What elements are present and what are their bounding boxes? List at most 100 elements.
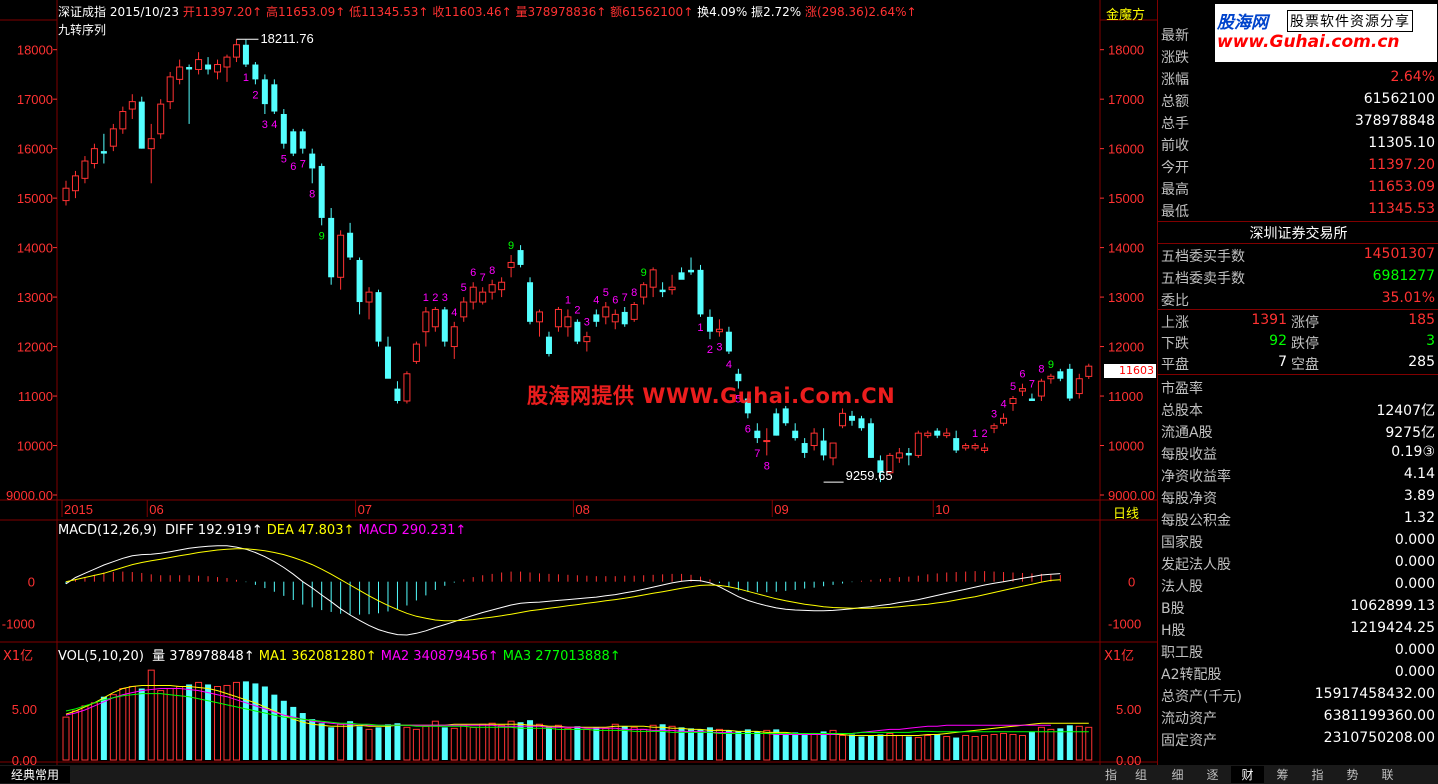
- volume-bar: [962, 734, 970, 761]
- quote-row-label: 总额: [1161, 94, 1189, 110]
- turnover-label: 换: [697, 5, 710, 19]
- tab-index[interactable]: 指: [1100, 766, 1122, 783]
- volume-bar: [924, 734, 932, 761]
- nine-turn-marker: 4: [593, 294, 599, 306]
- candle-body: [1037, 380, 1045, 397]
- y-tick-label-left: 15000: [17, 191, 53, 206]
- volume-bar: [205, 684, 212, 760]
- candle-body: [412, 343, 420, 362]
- candle-body: [554, 308, 562, 328]
- nine-turn-marker: 4: [451, 307, 457, 319]
- open-value: 11397.20↑: [194, 5, 263, 19]
- candle-body: [138, 101, 145, 149]
- candle-body: [223, 56, 231, 68]
- finance-row: 每股净资 3.89: [1158, 486, 1438, 507]
- nine-turn-marker: 4: [1000, 398, 1006, 410]
- candle-body: [62, 187, 70, 202]
- finance-row: 法人股 0.000: [1158, 574, 1438, 595]
- candle-body: [1000, 417, 1008, 424]
- candle-body: [176, 66, 184, 80]
- quote-date: 2015/10/23: [109, 5, 180, 19]
- volume-bar: [232, 681, 240, 761]
- finance-row-label: 固定资产: [1161, 733, 1217, 749]
- finance-row: B股 1062899.13: [1158, 596, 1438, 617]
- breadth-label: 平盘: [1161, 357, 1189, 373]
- nine-turn-marker: 7: [754, 448, 760, 460]
- tab-6[interactable]: 联: [1371, 766, 1404, 783]
- order-row: 五档委买手数 14501307: [1158, 244, 1438, 265]
- volume-bar: [375, 727, 382, 760]
- finance-row-label: 发起法人股: [1161, 557, 1231, 573]
- tab-5[interactable]: 势: [1336, 766, 1369, 783]
- candle-body: [858, 418, 865, 429]
- nine-turn-marker: 3: [262, 119, 268, 131]
- nine-turn-marker: 2: [707, 344, 713, 356]
- breadth-label: 上涨: [1161, 315, 1189, 331]
- volume-bar: [792, 732, 799, 760]
- indicator-name: 九转序列: [58, 23, 107, 37]
- nine-turn-marker: 6: [1019, 369, 1025, 381]
- volume-bar: [801, 734, 808, 760]
- y-tick-label-left: 18000: [17, 43, 53, 58]
- candle-body: [782, 408, 789, 424]
- volume-bar: [498, 724, 506, 761]
- tab-4[interactable]: 指: [1301, 766, 1334, 783]
- vol-tick-left: 5.00: [12, 702, 37, 717]
- high-value: 11653.09↑: [278, 5, 346, 19]
- finance-row-value: 12407亿: [1376, 403, 1435, 419]
- tab-1[interactable]: 逐: [1196, 766, 1229, 783]
- volume-bar: [271, 694, 278, 760]
- volume-bar: [1057, 728, 1064, 760]
- finance-row-label: 总股本: [1161, 403, 1203, 419]
- nine-turn-marker: 6: [745, 423, 751, 435]
- candle-body: [706, 316, 713, 332]
- macd-legend: MACD(12,26,9) DIFF 192.919↑ DEA 47.803↑ …: [58, 523, 466, 538]
- candle-body: [1047, 375, 1055, 380]
- candle-body: [403, 373, 411, 402]
- finance-row: 总资产(千元) 15917458432.00: [1158, 684, 1438, 705]
- nine-turn-marker: 4: [726, 359, 732, 371]
- finance-row: 流通A股 9275亿: [1158, 420, 1438, 441]
- y-tick-label-right: 16000: [1108, 142, 1144, 157]
- period-label[interactable]: 日线: [1113, 503, 1139, 522]
- candle-body: [962, 445, 970, 449]
- volume-bar: [782, 733, 789, 760]
- y-tick-label-right: 14000: [1108, 241, 1144, 256]
- high-label: 高: [266, 5, 279, 19]
- candle-body: [81, 160, 89, 179]
- volume-bar: [1018, 734, 1026, 761]
- finance-row: 净资收益率 4.14: [1158, 464, 1438, 485]
- candle-body: [299, 131, 306, 149]
- nine-turn-marker: 9: [641, 267, 647, 279]
- quote-row: 最新: [1158, 23, 1438, 44]
- breadth-label: 涨停: [1291, 315, 1319, 331]
- volume-bar: [90, 702, 98, 761]
- volume-bar: [261, 686, 268, 760]
- volume-bar: [309, 719, 316, 760]
- tab-0[interactable]: 细: [1161, 766, 1194, 783]
- candle-body: [630, 304, 638, 320]
- vol-ma2-label: MA2 340879456↑: [380, 649, 499, 664]
- tab-3[interactable]: 筹: [1266, 766, 1299, 783]
- volume-bar: [119, 688, 127, 761]
- candle-body: [394, 388, 401, 401]
- tab-group[interactable]: 组: [1130, 766, 1152, 783]
- candle-body: [895, 452, 903, 459]
- breadth-value: 92: [1269, 333, 1287, 349]
- volume-bar: [763, 729, 771, 761]
- volume-bar: [1000, 732, 1008, 761]
- tab-2[interactable]: 财: [1231, 766, 1264, 783]
- breadth-value: 7: [1278, 354, 1287, 370]
- change-value: (298.36)2.64%↑: [817, 5, 917, 19]
- panel-divider: [1158, 221, 1438, 222]
- nine-turn-marker: 1: [423, 292, 429, 304]
- volume-bar: [81, 705, 89, 761]
- volume-bar: [953, 737, 960, 760]
- nine-turn-marker: 8: [489, 265, 495, 277]
- candle-body: [214, 64, 222, 73]
- macd-tick-left: 0: [28, 575, 35, 590]
- vol-unit-left: X1亿: [3, 649, 34, 664]
- volume-bar: [1009, 733, 1017, 761]
- tab-classic[interactable]: 经典常用: [0, 766, 70, 783]
- order-row-label: 委比: [1161, 293, 1189, 309]
